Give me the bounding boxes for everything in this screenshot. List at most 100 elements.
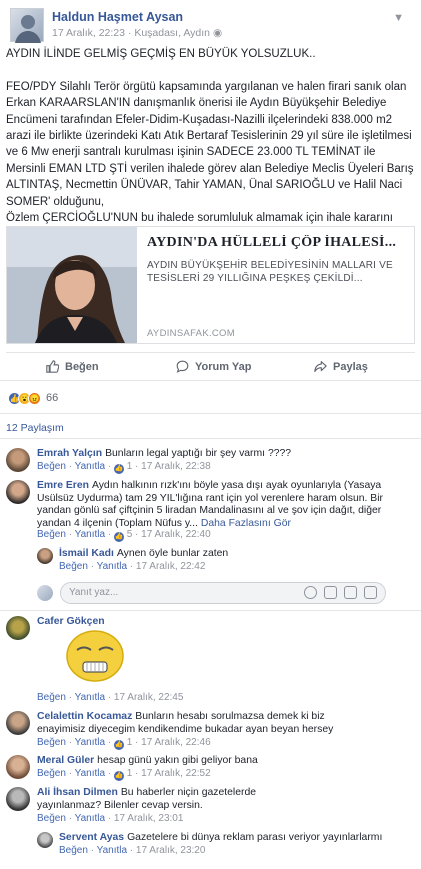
reaction-count: 66 xyxy=(46,392,59,404)
comment-text: Aynen öyle bunlar zaten xyxy=(116,548,229,559)
commenter-avatar[interactable] xyxy=(6,711,30,735)
commenter-name[interactable]: Celalettin Kocamaz xyxy=(37,711,132,722)
post-action-bar: Beğen Yorum Yap Paylaş xyxy=(6,352,415,380)
share-button[interactable]: Paylaş xyxy=(314,360,368,373)
comment-like-count: 5 xyxy=(126,529,133,540)
comment-like-link[interactable]: Beğen xyxy=(59,845,88,856)
comment-meta: Beğen · Yanıtla · 👍 5 · 17 Aralık, 22:40 xyxy=(37,529,211,542)
thumbs-up-icon: 👍 xyxy=(113,464,124,474)
comment-meta: Beğen · Yanıtla · 17 Aralık, 23:01 xyxy=(37,813,184,824)
comment-like-link[interactable]: Beğen xyxy=(37,768,66,779)
comment-meta: Beğen · Yanıtla · 👍 1 · 17 Aralık, 22:38 xyxy=(37,461,211,474)
post-date[interactable]: 17 Aralık, 22:23 xyxy=(52,27,125,39)
thumbs-up-icon xyxy=(46,360,59,373)
comment-time[interactable]: 17 Aralık, 22:46 xyxy=(141,737,211,748)
share-icon xyxy=(314,360,327,373)
comment-meta: Beğen · Yanıtla · 17 Aralık, 22:42 xyxy=(59,561,206,572)
commenter-name[interactable]: Ali İhsan Dilmen xyxy=(37,787,118,798)
see-more-link[interactable]: Daha Fazlasını Gör xyxy=(201,518,291,529)
comment-button-label: Yorum Yap xyxy=(195,360,252,373)
comment-reply-link[interactable]: Yanıtla xyxy=(97,561,127,572)
commenter-name[interactable]: Meral Güler xyxy=(37,755,94,766)
comment-reply-link[interactable]: Yanıtla xyxy=(75,737,105,748)
comment-time[interactable]: 17 Aralık, 22:38 xyxy=(141,461,211,472)
sticker-icon[interactable] xyxy=(364,586,377,599)
divider xyxy=(0,438,421,439)
commenter-avatar[interactable] xyxy=(6,448,30,472)
globe-icon: ◉ xyxy=(212,27,223,39)
comment-like-link[interactable]: Beğen xyxy=(59,561,88,572)
link-preview[interactable]: AYDIN'DA HÜLLELİ ÇÖP İHALESİ... AYDIN BÜ… xyxy=(6,226,415,344)
reaction-summary[interactable]: 👍 😮 😠 66 xyxy=(8,391,58,405)
comment-like-link[interactable]: Beğen xyxy=(37,692,66,703)
post-header: Haldun Haşmet Aysan 17 Aralık, 22:23 · K… xyxy=(10,8,410,44)
commenter-avatar[interactable] xyxy=(6,787,30,811)
thumbs-up-icon: 👍 xyxy=(113,771,124,781)
comment-time[interactable]: 17 Aralık, 22:52 xyxy=(141,768,211,779)
post-text: AYDIN İLİNDE GELMİŞ GEÇMİŞ EN BÜYÜK YOLS… xyxy=(6,48,414,240)
link-preview-body: AYDIN'DA HÜLLELİ ÇÖP İHALESİ... AYDIN BÜ… xyxy=(147,235,409,285)
comment-like-count: 1 xyxy=(126,737,133,748)
divider xyxy=(0,413,421,414)
comment-meta: Beğen · Yanıtla · 17 Aralık, 22:45 xyxy=(37,692,184,703)
comment-reply-link[interactable]: Yanıtla xyxy=(75,529,105,540)
comment-icon xyxy=(176,360,189,373)
divider xyxy=(0,380,421,381)
author-avatar[interactable] xyxy=(10,8,44,43)
my-avatar xyxy=(37,585,53,601)
angry-reaction-icon: 😠 xyxy=(28,391,41,405)
comment-reply-link[interactable]: Yanıtla xyxy=(97,845,127,856)
comment-text: Bunların legal yaptığı bir şey varmı ???… xyxy=(105,448,292,459)
comment-time[interactable]: 17 Aralık, 22:40 xyxy=(141,529,211,540)
sticker-image xyxy=(66,630,124,682)
post-meta: 17 Aralık, 22:23 · Kuşadası, Aydın ◉ xyxy=(52,27,223,39)
divider xyxy=(0,610,421,611)
comment-reply-link[interactable]: Yanıtla xyxy=(75,692,105,703)
reply-placeholder: Yanıt yaz... xyxy=(69,587,119,598)
commenter-avatar[interactable] xyxy=(6,480,30,504)
comment-like-count: 1 xyxy=(126,461,133,472)
commenter-avatar[interactable] xyxy=(6,755,30,779)
link-domain: AYDINSAFAK.COM xyxy=(147,328,235,339)
emoji-icon[interactable] xyxy=(304,586,317,599)
comment-meta: Beğen · Yanıtla · 17 Aralık, 23:20 xyxy=(59,845,206,856)
comment-meta: Beğen · Yanıtla · 👍 1 · 17 Aralık, 22:46 xyxy=(37,737,211,750)
reply-input[interactable]: Yanıt yaz... xyxy=(60,582,386,604)
comment-time[interactable]: 17 Aralık, 23:20 xyxy=(136,845,206,856)
commenter-name[interactable]: Servent Ayas xyxy=(59,832,124,843)
comment-reply-link[interactable]: Yanıtla xyxy=(75,461,105,472)
thumbs-up-icon: 👍 xyxy=(113,532,124,542)
camera-icon[interactable] xyxy=(324,586,337,599)
commenter-avatar[interactable] xyxy=(37,548,53,564)
commenter-avatar[interactable] xyxy=(6,616,30,640)
post-location[interactable]: Kuşadası, Aydın xyxy=(134,27,210,39)
commenter-name[interactable]: Emre Eren xyxy=(37,480,89,491)
comment-time[interactable]: 17 Aralık, 22:45 xyxy=(114,692,184,703)
link-description: AYDIN BÜYÜKŞEHİR BELEDİYESİNİN MALLARI V… xyxy=(147,260,393,284)
comment-text: hesap günü yakın gibi geliyor bana xyxy=(97,755,258,766)
comment-reply-link[interactable]: Yanıtla xyxy=(75,813,105,824)
comment-like-link[interactable]: Beğen xyxy=(37,813,66,824)
like-button-label: Beğen xyxy=(65,360,99,373)
comment-like-link[interactable]: Beğen xyxy=(37,529,66,540)
comment-time[interactable]: 17 Aralık, 22:42 xyxy=(136,561,206,572)
comment-reply-link[interactable]: Yanıtla xyxy=(75,768,105,779)
commenter-name[interactable]: Emrah Yalçın xyxy=(37,448,102,459)
commenter-name[interactable]: İsmail Kadı xyxy=(59,548,114,559)
link-preview-image[interactable] xyxy=(7,227,137,343)
author-name[interactable]: Haldun Haşmet Aysan xyxy=(52,10,183,24)
chevron-down-icon[interactable]: ▼ xyxy=(393,12,404,24)
commenter-avatar[interactable] xyxy=(37,832,53,848)
comment-time[interactable]: 17 Aralık, 23:01 xyxy=(114,813,184,824)
share-button-label: Paylaş xyxy=(333,360,368,373)
like-button[interactable]: Beğen xyxy=(46,360,99,373)
comment-like-count: 1 xyxy=(126,768,133,779)
gif-icon[interactable] xyxy=(344,586,357,599)
thumbs-up-icon: 👍 xyxy=(113,740,124,750)
comment-button[interactable]: Yorum Yap xyxy=(176,360,251,373)
comment-like-link[interactable]: Beğen xyxy=(37,461,66,472)
share-count[interactable]: 12 Paylaşım xyxy=(6,422,64,434)
post-card: Haldun Haşmet Aysan 17 Aralık, 22:23 · K… xyxy=(0,0,421,869)
comment-like-link[interactable]: Beğen xyxy=(37,737,66,748)
link-title[interactable]: AYDIN'DA HÜLLELİ ÇÖP İHALESİ... xyxy=(147,235,409,251)
